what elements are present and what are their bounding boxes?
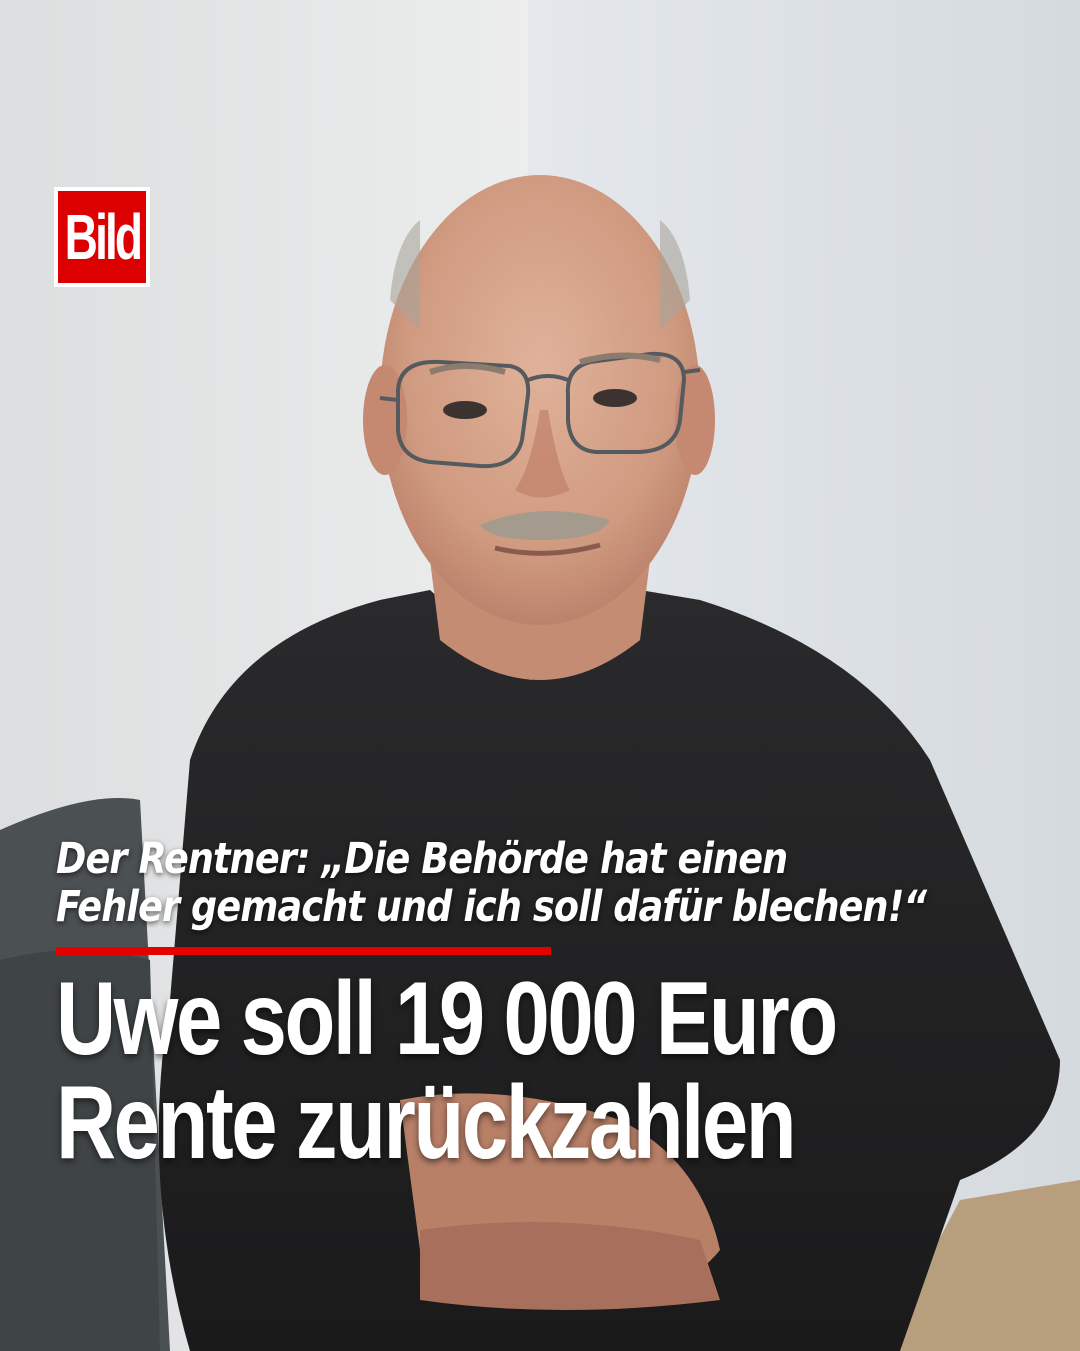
red-divider (56, 947, 551, 955)
bild-logo-text: Bild (64, 201, 142, 273)
bild-logo: Bild (54, 187, 150, 287)
headline-line-2: Rente zurückzahlen (56, 1065, 797, 1181)
kicker-line-2: Fehler gemacht und ich soll dafür bleche… (56, 882, 927, 932)
caption-overlay: Der Rentner: „Die Behörde hat einen Fehl… (56, 835, 1046, 1175)
headline: Uwe soll 19 000 Euro Rente zurückzahlen (56, 967, 1000, 1175)
kicker-quote: Der Rentner: „Die Behörde hat einen Fehl… (56, 835, 1034, 931)
headline-line-1: Uwe soll 19 000 Euro (56, 961, 838, 1077)
kicker-line-1: Der Rentner: „Die Behörde hat einen (56, 834, 788, 884)
bild-logo-red-box: Bild (58, 191, 146, 283)
